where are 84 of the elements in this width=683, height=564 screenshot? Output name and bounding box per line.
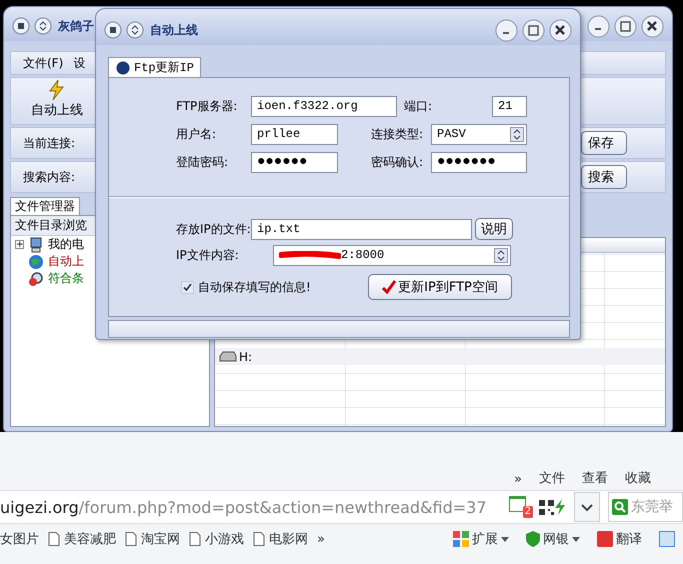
spinner-icon (510, 126, 524, 142)
translate-icon (597, 531, 613, 547)
search-placeholder: 东莞举 (631, 498, 673, 516)
file-name: H: (239, 350, 252, 364)
page-icon (48, 532, 60, 546)
bookmark[interactable]: 淘宝网 (125, 530, 180, 548)
screenshot-icon[interactable] (659, 531, 675, 547)
bookmark[interactable]: 电影网 (253, 530, 308, 548)
field-label: 密码确认: (371, 154, 424, 170)
menu-item[interactable]: 文件 (539, 469, 565, 487)
window-title: 自动上线 (150, 22, 198, 38)
field-label: 登陆密码: (176, 154, 230, 170)
url-path: /forum.php?mod=post&action=newthread&fid=37 (78, 498, 487, 516)
menu-item[interactable]: » (514, 472, 522, 487)
page-icon (253, 532, 265, 546)
rollup-button[interactable] (34, 17, 52, 35)
tab[interactable]: Ftp更新IP (108, 57, 202, 77)
toolbar-button[interactable]: 扩展 (453, 530, 509, 548)
minimize-button[interactable] (587, 14, 610, 38)
search-icon (28, 270, 44, 286)
close-button[interactable] (549, 18, 572, 42)
bookmark[interactable]: 小游戏 (189, 530, 244, 548)
tree-item[interactable]: 我的电 (48, 236, 84, 253)
window-title: 灰鸽子 (58, 18, 94, 34)
bookmark[interactable]: 女图片 (0, 530, 39, 548)
spinner-icon (494, 248, 508, 262)
menu-item[interactable]: 文件(F) (23, 54, 64, 72)
caret-icon (572, 536, 580, 542)
field-label: 端口: (403, 98, 434, 114)
field-label: 用户名: (176, 126, 218, 142)
field-label: FTP服务器: (176, 98, 238, 114)
server-field[interactable]: ioen.f3322.org (251, 96, 397, 116)
caret-icon (501, 536, 509, 542)
minimize-button[interactable] (495, 18, 518, 42)
field-label: 当前连接: (23, 134, 76, 152)
shield-icon (526, 531, 540, 547)
file-field[interactable]: ip.txt (251, 218, 472, 240)
drive-icon (219, 350, 237, 362)
toolbar-button[interactable]: 自动上线 (23, 79, 91, 123)
menu-item[interactable]: 设 (73, 54, 86, 72)
dropdown-button[interactable] (574, 492, 600, 522)
toolbar-button[interactable]: 网银 (526, 530, 580, 548)
update-button[interactable]: 更新IP到FTP空间 (368, 274, 512, 300)
computer-icon (28, 236, 44, 252)
bookmark[interactable]: 美容减肥 (48, 530, 116, 548)
menu-item[interactable]: 查看 (582, 469, 608, 487)
field-label: IP文件内容: (176, 246, 240, 264)
search-button[interactable]: 搜索 (581, 165, 627, 189)
more-button[interactable]: » (317, 532, 325, 546)
field-label: 搜索内容: (23, 168, 76, 186)
password-field[interactable]: ●●●●●● (251, 152, 338, 172)
tree-item[interactable]: 符合条 (48, 270, 84, 287)
field-label: 连接类型: (371, 126, 424, 142)
page-icon (189, 532, 201, 546)
search-icon (612, 499, 628, 515)
system-menu-button[interactable] (104, 21, 122, 39)
tree-item[interactable]: 自动上 (48, 253, 84, 270)
help-button[interactable]: 说明 (475, 218, 513, 240)
checkmark-icon (382, 280, 396, 294)
maximize-button[interactable] (614, 14, 637, 38)
address-bar[interactable]: uigezi.org/forum.php?mod=post&action=newthread&fid=37 2 (0, 492, 566, 522)
toolbar-button[interactable]: 翻译 (597, 530, 642, 548)
checkbox[interactable] (181, 280, 194, 294)
rollup-button[interactable] (126, 21, 144, 39)
password-confirm-field[interactable]: ●●●●●●● (431, 152, 527, 172)
maximize-button[interactable] (522, 18, 545, 42)
globe-icon (28, 254, 44, 270)
close-button[interactable] (641, 14, 664, 38)
username-field[interactable]: prllee (251, 124, 338, 144)
connection-type-dropdown[interactable]: PASV (431, 124, 527, 144)
ip-content-dropdown[interactable]: 2:8000 (273, 244, 511, 266)
save-button[interactable]: 保存 (581, 131, 627, 155)
checkbox-label: 自动保存填写的信息! (198, 278, 311, 296)
port-field[interactable]: 21 (492, 96, 527, 116)
page-icon (125, 532, 137, 546)
field-value: 2:8000 (341, 248, 384, 262)
grid-icon (453, 531, 469, 547)
tab[interactable]: 文件管理器 (10, 197, 80, 215)
qr-code-icon[interactable] (539, 500, 554, 514)
count-badge: 2 (522, 506, 533, 518)
expander-button[interactable]: + (15, 240, 24, 249)
system-menu-button[interactable] (12, 17, 30, 35)
menu-item[interactable]: 收藏 (625, 469, 651, 487)
url-host: uigezi.org (0, 498, 79, 516)
